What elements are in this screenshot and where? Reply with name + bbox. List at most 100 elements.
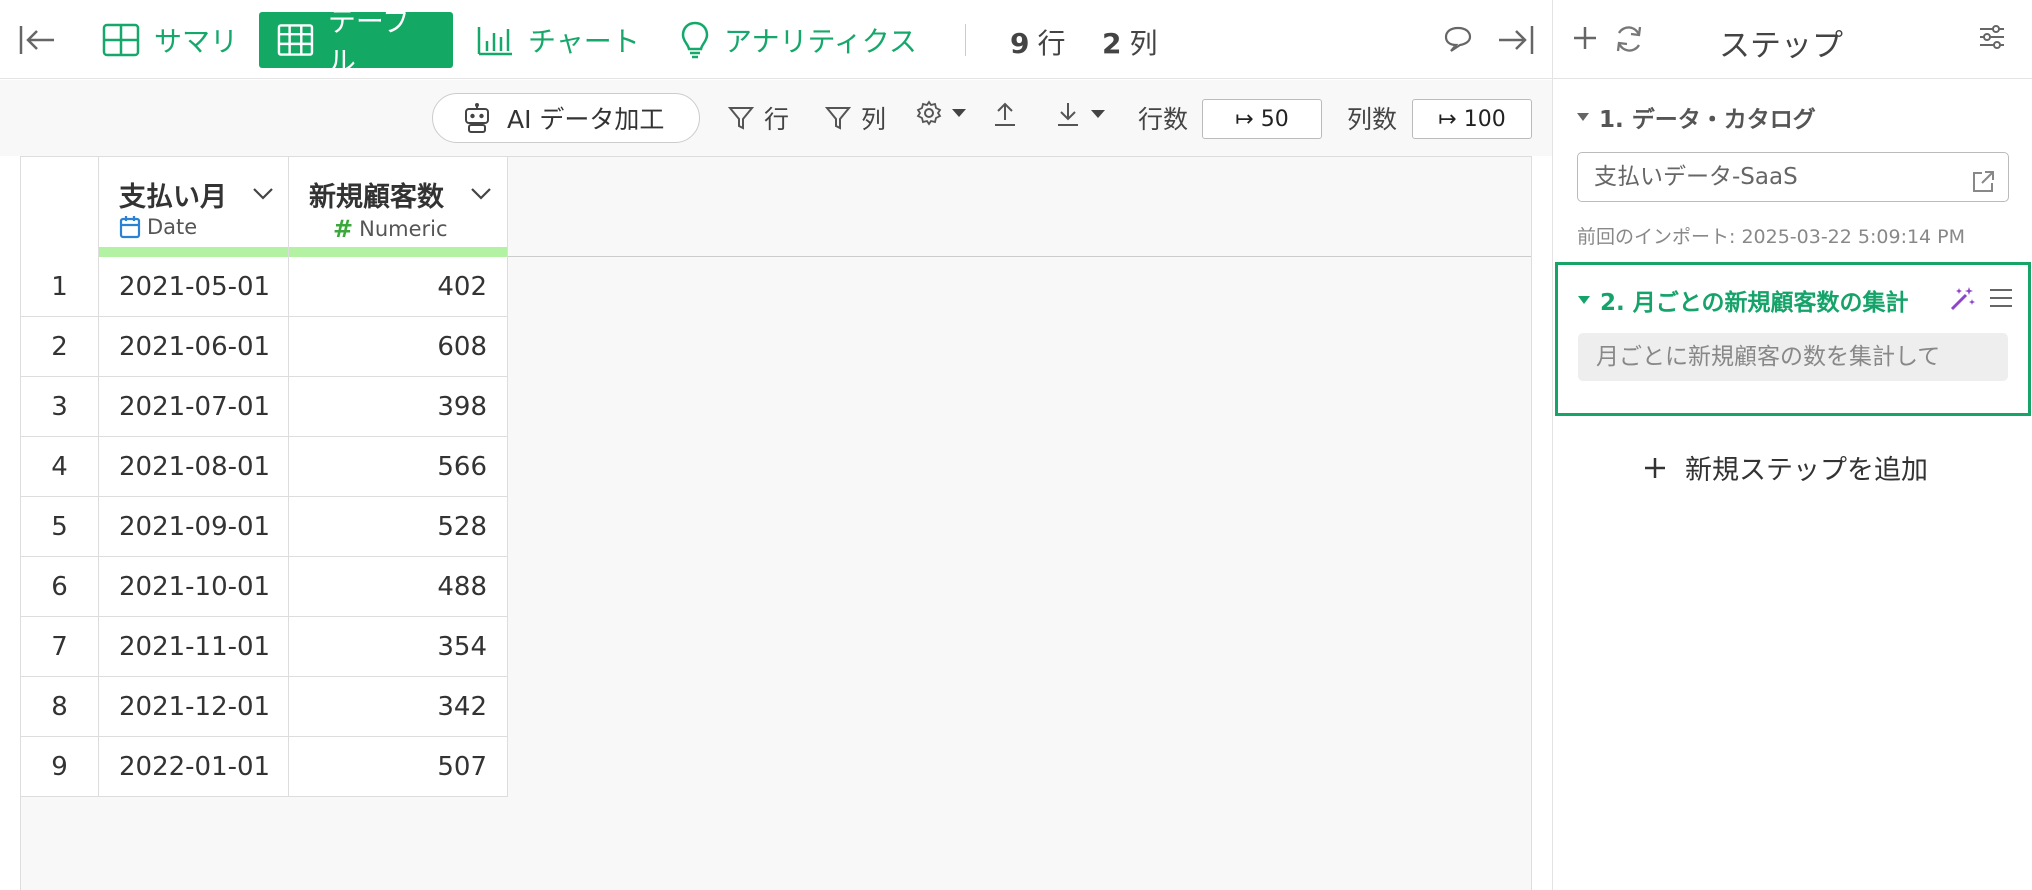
date-cell[interactable]: 2021-09-01 [99,497,289,557]
value-cell[interactable]: 354 [289,617,508,677]
table-row: 3 2021-07-01 398 [21,377,508,437]
app-window: サマリ テーブル チャート アナリティクス 9行 2列 AI データ加工 行 列… [0,0,2032,890]
step-2-title: 2. 月ごとの新規顧客数の集計 [1600,290,1909,316]
table-row: 2 2021-06-01 608 [21,317,508,377]
tab-analytics-label: アナリティクス [724,25,917,58]
collapse-left-icon[interactable] [18,22,58,58]
date-cell[interactable]: 2021-05-01 [99,257,289,317]
row-count: 9行 [1010,27,1066,60]
date-cell[interactable]: 2022-01-01 [99,737,289,797]
value-cell[interactable]: 608 [289,317,508,377]
filter-icon [728,107,754,130]
magic-wand-icon[interactable] [1948,285,1976,317]
step-2-card[interactable]: 2. 月ごとの新規顧客数の集計 月ごとに新規顧客の数を集計して [1555,262,2031,416]
last-import-note: 前回のインポート: 2025-03-22 5:09:14 PM [1577,226,1966,248]
chevron-down-icon[interactable] [469,187,493,201]
column-name: 支払い月 [119,182,227,213]
comment-icon[interactable] [1443,25,1473,57]
caret-down-icon [1091,110,1105,118]
column-type-bar [289,247,507,257]
calendar-icon [119,216,141,239]
column-header-new-customers[interactable]: 新規顧客数 # Numeric [289,157,508,257]
value-cell[interactable]: 402 [289,257,508,317]
step-1-header[interactable]: 1. データ・カタログ [1577,100,1816,134]
row-index-cell: 5 [21,497,99,557]
ai-data-processing-button[interactable]: AI データ加工 [432,93,700,143]
step-1-title: 1. データ・カタログ [1599,107,1816,133]
gear-icon [916,100,942,126]
row-index-cell: 2 [21,317,99,377]
row-limit-input[interactable]: ↦ 50 [1202,99,1322,139]
value-cell[interactable]: 398 [289,377,508,437]
row-index-header [21,157,99,257]
date-cell[interactable]: 2021-08-01 [99,437,289,497]
row-limit-label: 行数 [1138,105,1189,134]
value-cell[interactable]: 566 [289,437,508,497]
ai-button-label: AI データ加工 [507,105,665,134]
date-cell[interactable]: 2021-06-01 [99,317,289,377]
download-icon [1058,103,1078,126]
value-cell[interactable]: 488 [289,557,508,617]
row-index-cell: 1 [21,257,99,317]
value-cell[interactable]: 342 [289,677,508,737]
column-header-payment-month[interactable]: 支払い月 Date [99,157,289,257]
caret-down-icon [952,109,966,117]
add-icon[interactable] [1571,24,1599,56]
hamburger-menu-icon[interactable] [1988,287,2014,313]
value-cell[interactable]: 528 [289,497,508,557]
data-catalog-source[interactable]: 支払いデータ-SaaS [1577,152,2009,202]
row-filter-label: 行 [764,105,790,134]
column-type: # Numeric [333,215,448,243]
column-type-bar [99,247,288,257]
table-toolbar: AI データ加工 行 列 行数 ↦ 50 列数 ↦ 100 [0,80,1552,156]
tab-chart[interactable]: チャート [458,12,658,68]
caret-down-icon [1577,113,1589,121]
sliders-icon[interactable] [1977,22,2007,56]
summary-grid-icon [102,23,140,57]
robot-icon [465,103,489,133]
column-filter-label: 列 [861,105,887,134]
external-link-icon[interactable] [1970,164,1996,212]
column-count: 2列 [1102,27,1158,60]
table-row: 5 2021-09-01 528 [21,497,508,557]
row-filter-button[interactable]: 行 [728,100,789,136]
date-cell[interactable]: 2021-10-01 [99,557,289,617]
row-index-cell: 7 [21,617,99,677]
table-row: 9 2022-01-01 507 [21,737,508,797]
table-row: 6 2021-10-01 488 [21,557,508,617]
upload-icon [995,102,1015,126]
date-cell[interactable]: 2021-11-01 [99,617,289,677]
settings-dropdown[interactable] [916,100,976,126]
step-2-description[interactable]: 月ごとに新規顧客の数を集計して [1578,333,2008,381]
tab-table[interactable]: テーブル [259,5,453,78]
hash-icon: # [333,215,354,243]
upload-button[interactable] [992,100,1028,128]
date-cell[interactable]: 2021-12-01 [99,677,289,737]
table-row: 8 2021-12-01 342 [21,677,508,737]
topbar-divider [965,24,966,56]
row-index-cell: 9 [21,737,99,797]
steps-panel: ステップ 1. データ・カタログ 支払いデータ-SaaS 前回のインポート: 2… [1552,0,2032,890]
bar-chart-icon [477,27,512,56]
table-row: 1 2021-05-01 402 [21,257,508,317]
plus-icon [1645,457,1665,478]
filter-icon [825,107,851,130]
column-limit-label: 列数 [1347,105,1398,134]
date-cell[interactable]: 2021-07-01 [99,377,289,437]
download-dropdown[interactable] [1055,100,1115,128]
tab-summary-label: サマリ [154,25,239,58]
column-limit-input[interactable]: ↦ 100 [1412,99,1532,139]
caret-down-icon [1578,296,1590,304]
value-cell[interactable]: 507 [289,737,508,797]
tab-summary[interactable]: サマリ [84,12,256,68]
column-filter-button[interactable]: 列 [825,100,886,136]
tab-analytics[interactable]: アナリティクス [662,12,935,68]
refresh-icon[interactable] [1613,24,1645,58]
data-grid: 支払い月 Date 新規顧客数 # Numeric 1 2021-05-01 402… [20,156,1532,890]
top-bar: サマリ テーブル チャート アナリティクス 9行 2列 [0,0,1552,79]
row-index-cell: 8 [21,677,99,737]
add-step-button[interactable]: 新規ステップを追加 [1643,448,1928,487]
step-2-header[interactable]: 2. 月ごとの新規顧客数の集計 [1578,283,1909,317]
chevron-down-icon[interactable] [251,187,275,201]
collapse-right-icon[interactable] [1495,22,1535,62]
